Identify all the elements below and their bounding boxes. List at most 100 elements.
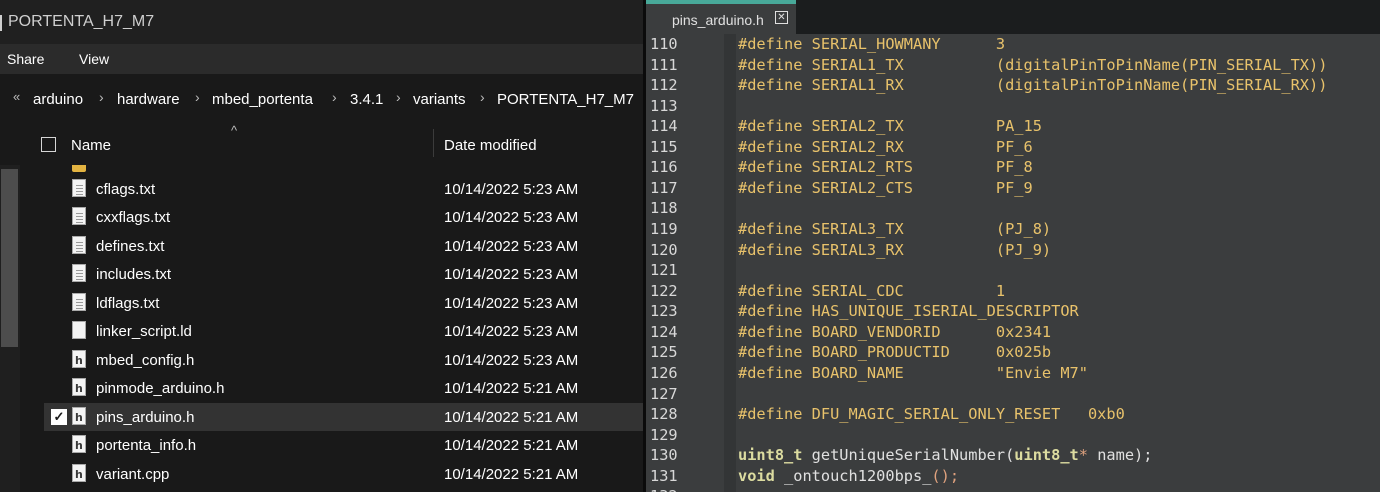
line-number: 129 [650,425,678,444]
scrollbar-thumb[interactable] [1,169,18,347]
code-line[interactable]: 114 #define SERIAL2_TX PA_15 [646,116,1380,136]
checkmark-icon[interactable]: ✓ [51,409,67,425]
line-text[interactable]: #define DFU_MAGIC_SERIAL_ONLY_RESET 0xb0 [738,404,1125,424]
list-item[interactable]: cxxflags.txt 10/14/2022 5:23 AM [44,203,643,231]
code-line[interactable]: 119 #define SERIAL3_TX (PJ_8) [646,219,1380,239]
line-number: 118 [650,199,678,218]
line-text[interactable]: #define SERIAL_CDC 1 [738,281,1005,301]
line-text[interactable]: void _ontouch1200bps_(); [738,466,959,486]
list-item[interactable]: ldflags.txt 10/14/2022 5:23 AM [44,289,643,317]
line-number: 119 [650,220,678,239]
line-text[interactable]: #define SERIAL3_RX (PJ_9) [738,240,1051,260]
list-item[interactable]: cflags.txt 10/14/2022 5:23 AM [44,175,643,203]
code-area[interactable]: 110 #define SERIAL_HOWMANY 3 111 #define SE… [646,34,1380,492]
breadcrumb-version[interactable]: 3.4.1 [350,91,383,108]
code-line[interactable]: 120 #define SERIAL3_RX (PJ_9) [646,240,1380,260]
chevron-right-icon[interactable]: › [396,89,401,105]
file-name: includes.txt [96,266,172,283]
list-item[interactable]: defines.txt 10/14/2022 5:23 AM [44,232,643,260]
line-text[interactable]: #define SERIAL_HOWMANY 3 [738,34,1005,54]
select-all-checkbox[interactable] [41,137,56,152]
list-item[interactable]: variant.cpp 10/14/2022 5:21 AM [44,460,643,488]
text-file-icon [72,293,86,311]
line-number: 113 [650,96,678,115]
line-text[interactable]: #define SERIAL2_TX PA_15 [738,116,1042,136]
code-line[interactable]: 118 [646,198,1380,218]
file-name: linker_script.ld [96,323,192,340]
column-header-row: ^ Name Date modified [0,120,643,165]
list-item[interactable]: mbed_config.h 10/14/2022 5:23 AM [44,346,643,374]
line-text[interactable]: #define SERIAL3_TX (PJ_8) [738,219,1051,239]
code-line[interactable]: 121 [646,260,1380,280]
text-file-icon [72,179,86,197]
breadcrumb-arduino[interactable]: arduino [33,91,83,108]
file-date: 10/14/2022 5:23 AM [444,266,579,283]
file-name: variant.cpp [96,466,170,483]
line-text[interactable]: #define BOARD_VENDORID 0x2341 [738,322,1051,342]
line-number: 112 [650,76,678,95]
breadcrumb-variants[interactable]: variants [413,91,466,108]
ribbon-tab-share[interactable]: Share [7,51,44,67]
breadcrumb-mbed-portenta[interactable]: mbed_portenta [212,91,313,108]
code-line[interactable]: 115 #define SERIAL2_RX PF_6 [646,137,1380,157]
line-text[interactable]: #define BOARD_PRODUCTID 0x025b [738,342,1051,362]
column-divider[interactable] [433,129,434,157]
tab-pins-arduino[interactable]: pins_arduino.h ✕ [646,4,796,34]
code-line[interactable]: 124 #define BOARD_VENDORID 0x2341 [646,322,1380,342]
code-line[interactable]: 116 #define SERIAL2_RTS PF_8 [646,157,1380,177]
line-text[interactable]: #define SERIAL1_TX (digitalPinToPinName(… [738,55,1327,75]
code-line[interactable]: 111 #define SERIAL1_TX (digitalPinToPinNa… [646,55,1380,75]
code-line[interactable]: 122 #define SERIAL_CDC 1 [646,281,1380,301]
file-icon [72,321,86,339]
list-item[interactable]: pinmode_arduino.h 10/14/2022 5:21 AM [44,374,643,402]
file-date: 10/14/2022 5:21 AM [444,380,579,397]
ribbon-tab-view[interactable]: View [79,51,109,67]
column-header-date[interactable]: Date modified [444,137,537,154]
file-name: portenta_info.h [96,437,197,454]
list-item[interactable]: linker_script.ld 10/14/2022 5:23 AM [44,317,643,345]
file-explorer-window: PORTENTA_H7_M7 Share View « arduino › ha… [0,0,643,492]
code-line[interactable]: 123 #define HAS_UNIQUE_ISERIAL_DESCRIPTOR [646,301,1380,321]
line-text[interactable]: #define SERIAL2_CTS PF_9 [738,178,1033,198]
chevron-right-icon[interactable]: › [332,89,337,105]
code-line[interactable]: 128 #define DFU_MAGIC_SERIAL_ONLY_RESET 0… [646,404,1380,424]
title-edge [0,15,2,31]
line-text[interactable]: #define HAS_UNIQUE_ISERIAL_DESCRIPTOR [738,301,1079,321]
text-file-icon [72,236,86,254]
vertical-scrollbar[interactable]: ▲ [0,120,20,492]
chevron-right-icon[interactable]: › [195,89,200,105]
line-text[interactable]: #define BOARD_NAME "Envie M7" [738,363,1088,383]
list-item-selected[interactable]: ✓ pins_arduino.h 10/14/2022 5:21 AM [44,403,643,431]
breadcrumb-overflow-icon[interactable]: « [13,89,20,104]
line-number: 131 [650,466,678,485]
code-line[interactable]: 130 uint8_t getUniqueSerialNumber(uint8_t… [646,445,1380,465]
file-name: mbed_config.h [96,352,195,369]
code-line[interactable]: 132 [646,486,1380,492]
address-bar[interactable]: « arduino › hardware › mbed_portenta › 3… [0,74,643,120]
ribbon-tabs: Share View [0,44,643,74]
breadcrumb-hardware[interactable]: hardware [117,91,180,108]
code-line[interactable]: 126 #define BOARD_NAME "Envie M7" [646,363,1380,383]
line-text[interactable]: #define SERIAL2_RTS PF_8 [738,157,1033,177]
code-line[interactable]: 113 [646,96,1380,116]
close-icon[interactable]: ✕ [775,11,788,24]
code-line[interactable]: 117 #define SERIAL2_CTS PF_9 [646,178,1380,198]
chevron-right-icon[interactable]: › [480,89,485,105]
line-text[interactable]: #define SERIAL1_RX (digitalPinToPinName(… [738,75,1327,95]
breadcrumb-portenta-h7-m7[interactable]: PORTENTA_H7_M7 [497,91,634,108]
chevron-right-icon[interactable]: › [99,89,104,105]
line-number: 116 [650,158,678,177]
list-item[interactable]: includes.txt 10/14/2022 5:23 AM [44,260,643,288]
code-line[interactable]: 110 #define SERIAL_HOWMANY 3 [646,34,1380,54]
column-header-name[interactable]: Name [71,137,111,154]
line-text[interactable]: #define SERIAL2_RX PF_6 [738,137,1033,157]
code-line[interactable]: 127 [646,384,1380,404]
code-line[interactable]: 131 void _ontouch1200bps_(); [646,466,1380,486]
file-list: libs 10/14/2022 5:21 AM cflags.txt 10/14… [20,154,643,492]
code-line[interactable]: 112 #define SERIAL1_RX (digitalPinToPinNa… [646,75,1380,95]
list-item[interactable]: portenta_info.h 10/14/2022 5:21 AM [44,431,643,459]
code-line[interactable]: 129 [646,425,1380,445]
line-text[interactable]: uint8_t getUniqueSerialNumber(uint8_t* n… [738,445,1152,465]
code-line[interactable]: 125 #define BOARD_PRODUCTID 0x025b [646,342,1380,362]
line-number: 124 [650,322,678,341]
